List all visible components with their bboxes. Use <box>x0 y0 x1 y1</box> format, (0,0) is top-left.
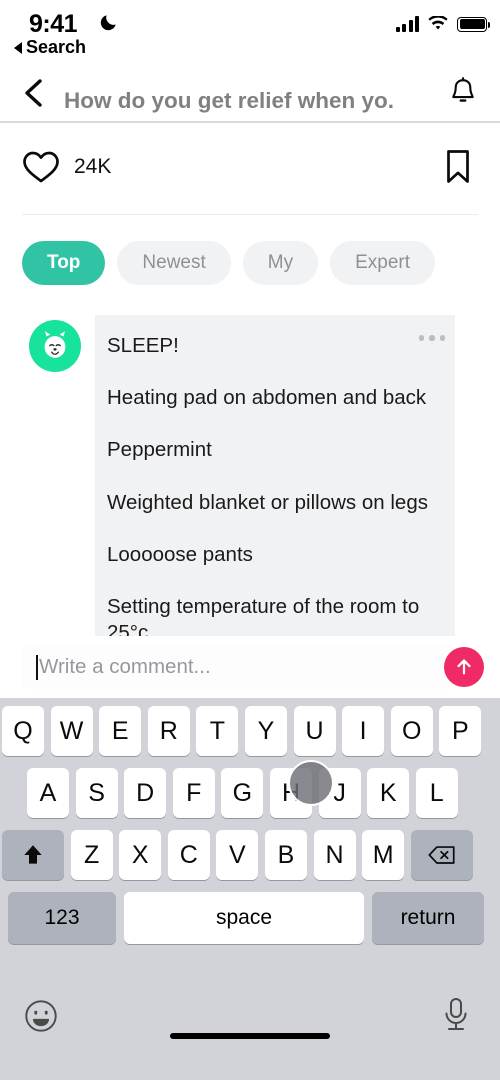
key-y[interactable]: Y <box>244 706 287 756</box>
backspace-key[interactable] <box>410 830 473 880</box>
status-back-label: Search <box>26 37 87 57</box>
send-button[interactable] <box>444 647 484 687</box>
key-l[interactable]: L <box>415 768 458 818</box>
key-a[interactable]: A <box>27 768 69 818</box>
tab-label: My <box>267 252 294 273</box>
key-k[interactable]: K <box>367 768 410 818</box>
numbers-key[interactable]: 123 <box>8 892 116 944</box>
microphone-icon <box>445 998 467 1030</box>
key-x[interactable]: X <box>119 830 162 880</box>
tab-my[interactable]: My <box>242 241 319 285</box>
return-key[interactable]: return <box>372 892 484 944</box>
keyboard-row-2: A S D F G H J K L <box>27 768 458 818</box>
key-m[interactable]: M <box>362 830 405 880</box>
bell-icon <box>452 77 474 102</box>
key-i[interactable]: I <box>342 706 385 756</box>
keyboard-row-3: Z X C V B N M <box>2 830 473 880</box>
like-count: 24K <box>74 155 112 178</box>
microphone-button[interactable] <box>440 995 472 1040</box>
answer-line: Heating pad on abdomen and back <box>107 386 427 410</box>
comment-bar: Write a comment... <box>0 636 500 698</box>
key-u[interactable]: U <box>293 706 336 756</box>
cellular-signal-icon <box>395 16 419 32</box>
status-time: 9:41 <box>29 10 78 38</box>
bookmark-button[interactable] <box>444 149 472 190</box>
avatar[interactable] <box>29 320 81 372</box>
emoji-smiley-icon <box>25 1000 57 1032</box>
key-p[interactable]: P <box>439 706 482 756</box>
notification-button[interactable] <box>446 76 480 110</box>
page-title: How do you get relief when yo... <box>64 88 394 113</box>
key-c[interactable]: C <box>167 830 210 880</box>
keyboard-bottom-bar <box>0 993 500 1053</box>
shift-key[interactable] <box>2 830 64 880</box>
key-r[interactable]: R <box>147 706 190 756</box>
key-d[interactable]: D <box>124 768 167 818</box>
answer-line: Looooose pants <box>107 542 253 566</box>
status-bar: 9:41 Search <box>0 0 500 66</box>
crescent-moon-icon <box>100 15 116 31</box>
header-divider <box>0 121 500 123</box>
engagement-bar: 24K <box>0 140 500 210</box>
triangle-left-icon <box>14 41 22 54</box>
on-screen-keyboard: Q W E R T Y U I O P A S D F G H J K L <box>0 698 500 1080</box>
key-f[interactable]: F <box>172 768 215 818</box>
key-q[interactable]: Q <box>2 706 44 756</box>
status-indicators <box>395 16 490 32</box>
back-button[interactable] <box>10 70 56 116</box>
key-w[interactable]: W <box>50 706 93 756</box>
phone-screen: 9:41 Search How do you get relief when y… <box>0 0 500 1080</box>
keyboard-row-1: Q W E R T Y U I O P <box>2 706 482 756</box>
emoji-button[interactable] <box>22 997 60 1040</box>
tab-label: Top <box>47 252 81 273</box>
key-n[interactable]: N <box>313 830 356 880</box>
like-button[interactable]: 24K <box>22 150 111 184</box>
key-v[interactable]: V <box>216 830 259 880</box>
key-z[interactable]: Z <box>70 830 113 880</box>
status-back-to-search[interactable]: Search <box>14 37 86 58</box>
answer-line: SLEEP! <box>107 334 179 357</box>
answer-line: Weighted blanket or pillows on legs <box>107 490 428 514</box>
keyboard-row-4: 123 space return <box>8 892 484 944</box>
tab-label: Expert <box>355 252 411 273</box>
tab-expert[interactable]: Expert <box>330 241 436 285</box>
more-options-icon[interactable] <box>418 335 445 341</box>
key-s[interactable]: S <box>75 768 118 818</box>
text-caret <box>36 654 38 680</box>
nav-header: How do you get relief when yo... <box>0 66 500 122</box>
filter-tabs: Top Newest My Expert <box>22 241 436 285</box>
tab-newest[interactable]: Newest <box>117 241 231 285</box>
cat-avatar-icon <box>44 331 66 358</box>
comment-placeholder: Write a comment... <box>39 655 211 678</box>
shift-up-arrow-icon <box>24 845 42 864</box>
tab-top[interactable]: Top <box>22 241 106 285</box>
comment-input[interactable]: Write a comment... <box>22 645 452 689</box>
backspace-delete-icon <box>428 846 455 864</box>
touch-point-indicator <box>288 760 334 806</box>
chevron-left-icon <box>25 79 42 107</box>
bookmark-icon <box>447 150 469 183</box>
key-t[interactable]: T <box>196 706 239 756</box>
home-indicator <box>170 1033 330 1039</box>
arrow-up-icon <box>457 659 471 675</box>
tab-label: Newest <box>142 252 206 273</box>
engagement-divider <box>22 214 478 216</box>
heart-icon <box>23 151 59 183</box>
key-e[interactable]: E <box>99 706 142 756</box>
key-g[interactable]: G <box>221 768 264 818</box>
battery-full-icon <box>457 16 490 32</box>
space-key[interactable]: space <box>124 892 364 944</box>
key-b[interactable]: B <box>264 830 307 880</box>
key-o[interactable]: O <box>390 706 433 756</box>
answer-line: Peppermint <box>107 438 212 462</box>
wifi-icon <box>428 16 448 30</box>
